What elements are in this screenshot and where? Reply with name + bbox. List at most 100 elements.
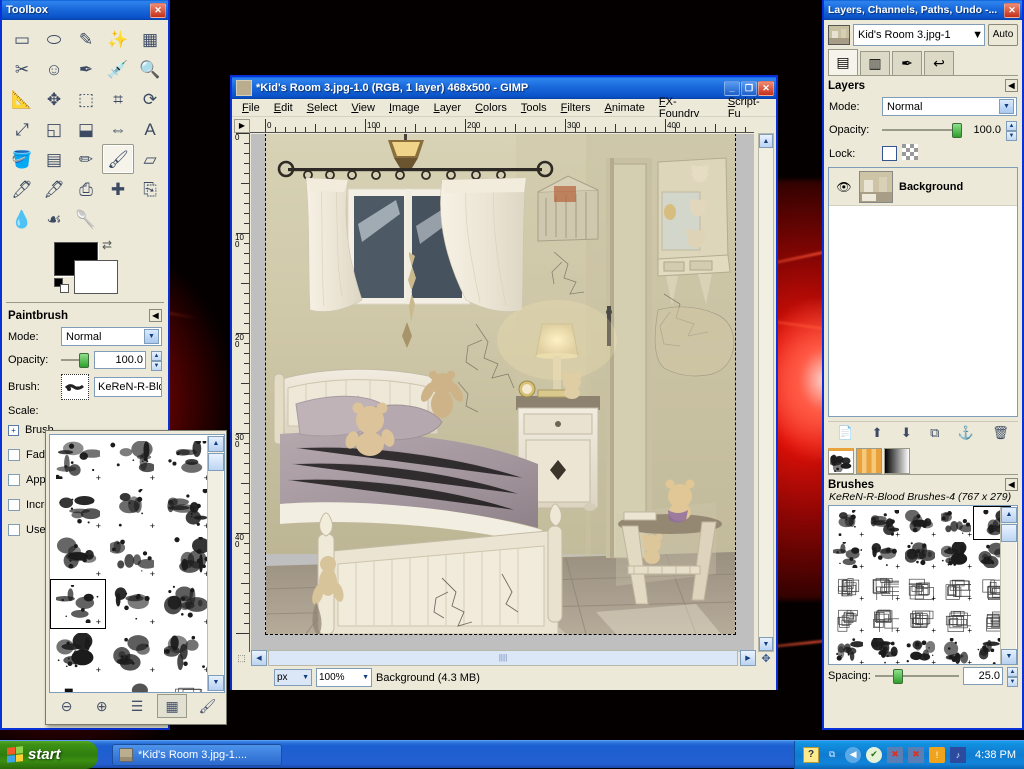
chevron-down-icon[interactable]: ▼ [999, 99, 1014, 114]
color-picker-tool[interactable]: 💉 [102, 54, 134, 84]
menu-select[interactable]: Select [301, 101, 344, 115]
brush-name-value[interactable]: KeReN-R-Blood Br [94, 377, 162, 397]
brush-grid-item[interactable]: + [51, 436, 105, 484]
zoom-out-icon[interactable]: ⊖ [52, 694, 82, 718]
duplicate-layer-button[interactable]: ⧉ [930, 425, 939, 441]
anchor-layer-button[interactable]: ⚓ [958, 425, 974, 441]
brush-grid-item[interactable]: + [51, 532, 105, 580]
checkbox[interactable] [8, 499, 20, 511]
dodge-burn-tool[interactable]: 🥄 [70, 204, 102, 234]
eye-icon[interactable]: 👁 [835, 180, 853, 194]
close-icon[interactable]: ✕ [758, 81, 774, 96]
brush-grid-item[interactable]: + [105, 532, 159, 580]
eraser-tool[interactable]: ▱ [134, 144, 166, 174]
lock-alpha-icon[interactable] [902, 144, 918, 163]
dock-brush-grid-item[interactable]: + [902, 507, 938, 539]
start-button[interactable]: start [0, 741, 98, 769]
background-color-swatch[interactable] [74, 260, 118, 294]
scroll-up-icon[interactable]: ▲ [1001, 507, 1017, 523]
scissors-select-tool[interactable]: ✂ [6, 54, 38, 84]
volume-icon[interactable]: ♪ [950, 747, 966, 763]
scroll-left-icon[interactable]: ◀ [251, 650, 267, 666]
zoom-tool[interactable]: 🔍 [134, 54, 166, 84]
navigation-icon[interactable]: ✥ [758, 650, 774, 666]
layer-opacity-slider[interactable] [882, 122, 962, 138]
heal-tool[interactable]: ✚ [102, 174, 134, 204]
grid-view-icon[interactable]: ▦ [157, 694, 187, 718]
patterns-tab[interactable] [856, 448, 882, 474]
chevron-down-icon[interactable]: ▼ [972, 29, 983, 41]
swap-colors-icon[interactable]: ⇄ [102, 238, 112, 252]
checkbox[interactable] [8, 449, 20, 461]
layer-opacity-stepper[interactable]: ▲▼ [1006, 121, 1017, 139]
scrollbar-thumb[interactable] [1001, 524, 1017, 542]
scroll-down-icon[interactable]: ▼ [759, 637, 773, 651]
brush-grid-item[interactable]: + [105, 484, 159, 532]
fuzzy-select-tool[interactable]: ✨ [102, 24, 134, 54]
select-by-color-tool[interactable]: ▦ [134, 24, 166, 54]
paths-tool[interactable]: ✒ [70, 54, 102, 84]
dock-brush-grid-item[interactable]: + [938, 635, 974, 665]
measure-tool[interactable]: 📐 [6, 84, 38, 114]
clock[interactable]: 4:38 PM [975, 749, 1016, 761]
dock-brush-grid-item[interactable]: + [830, 571, 866, 603]
scroll-down-icon[interactable]: ▼ [208, 675, 224, 691]
canvas-area[interactable] [251, 134, 754, 652]
spacing-stepper[interactable]: ▲▼ [1007, 667, 1018, 685]
edit-brush-icon[interactable]: 🖌 [192, 694, 222, 718]
layers-list[interactable]: 👁 Background [828, 167, 1018, 417]
brush-preview-button[interactable] [61, 374, 89, 400]
zoom-in-icon[interactable]: ⊕ [87, 694, 117, 718]
opacity-value[interactable]: 100.0 [94, 351, 146, 369]
menu-layer[interactable]: Layer [428, 101, 468, 115]
menu-colors[interactable]: Colors [469, 101, 513, 115]
perspective-clone-tool[interactable]: ⎘ [134, 174, 166, 204]
spacing-slider[interactable] [875, 668, 959, 684]
scrollbar-thumb[interactable] [208, 453, 224, 471]
slider-knob[interactable] [79, 353, 89, 368]
menu-file[interactable]: File [236, 101, 266, 115]
layer-opacity-value[interactable]: 100.0 [967, 124, 1001, 136]
text-tool[interactable]: A [134, 114, 166, 144]
back-icon[interactable]: ◀ [845, 747, 861, 763]
brush-grid-item[interactable]: + [51, 628, 105, 676]
brush-grid-item[interactable]: + [51, 484, 105, 532]
brush-grid-item[interactable]: + [159, 580, 213, 628]
brush-grid-item[interactable]: + [105, 436, 159, 484]
menu-edit[interactable]: Edit [268, 101, 299, 115]
brush-grid-item[interactable]: + [105, 676, 159, 693]
free-select-tool[interactable]: ✎ [70, 24, 102, 54]
flip-tool[interactable]: ⇔ [102, 114, 134, 144]
update-icon[interactable]: ! [929, 747, 945, 763]
scroll-up-icon[interactable]: ▲ [759, 134, 773, 148]
blur-sharpen-tool[interactable]: 💧 [6, 204, 38, 234]
scale-tool[interactable]: ⤢ [6, 114, 38, 144]
network-disconnected-icon[interactable]: ✖ [887, 747, 903, 763]
dock-brush-scrollbar[interactable]: ▲ ▼ [1000, 507, 1016, 665]
panel-menu-icon[interactable]: ◀ [1005, 478, 1018, 491]
opacity-slider[interactable] [61, 352, 89, 368]
layer-mode-select[interactable]: Normal ▼ [882, 97, 1017, 116]
menu-filters[interactable]: Filters [555, 101, 597, 115]
dock-brush-grid-item[interactable]: + [866, 603, 902, 635]
ink-tool[interactable]: 🖋 [38, 174, 70, 204]
dock-brush-grid-item[interactable]: + [902, 635, 938, 665]
lower-layer-button[interactable]: ⬇ [901, 425, 912, 441]
slider-knob[interactable] [893, 669, 903, 684]
dock-brush-grid-item[interactable]: + [902, 571, 938, 603]
image-canvas[interactable] [266, 134, 735, 634]
raise-layer-button[interactable]: ⬆ [872, 425, 883, 441]
dock-brush-grid-item[interactable]: + [830, 635, 866, 665]
dock-brush-grid-item[interactable]: + [938, 603, 974, 635]
scroll-right-icon[interactable]: ▶ [740, 650, 756, 666]
checkbox[interactable] [8, 474, 20, 486]
scroll-down-icon[interactable]: ▼ [1001, 649, 1017, 665]
canvas-vertical-scrollbar[interactable]: ▲ ▼ [758, 133, 774, 652]
channels-tab[interactable]: ▥ [860, 51, 890, 75]
vertical-ruler[interactable]: 0100200300400 [234, 133, 250, 652]
align-tool[interactable]: ⬚ [70, 84, 102, 114]
mode-select[interactable]: Normal ▼ [61, 327, 162, 346]
toolbox-titlebar[interactable]: Toolbox ✕ [2, 0, 168, 20]
brush-grid-item[interactable]: + [51, 676, 105, 693]
blend-gradient-tool[interactable]: ▤ [38, 144, 70, 174]
